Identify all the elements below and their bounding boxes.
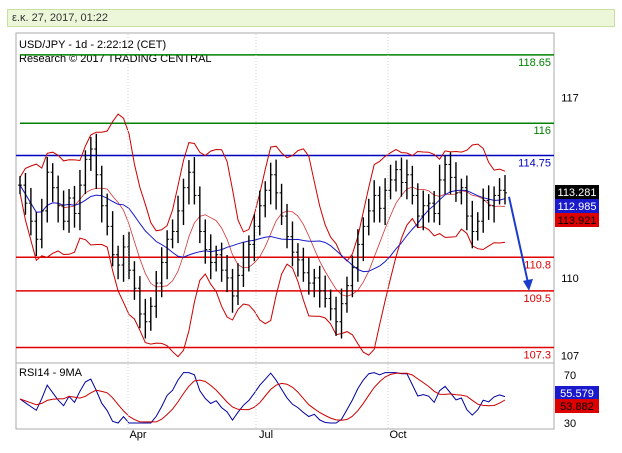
level-label: 114.75 xyxy=(518,157,551,169)
level-label: 118.65 xyxy=(518,57,551,69)
x-tick-label: Oct xyxy=(389,429,406,441)
level-label: 116 xyxy=(533,125,551,137)
x-tick-label: Jul xyxy=(259,429,273,441)
price-badge-label: 112.985 xyxy=(558,201,597,213)
level-label: 107.3 xyxy=(523,350,551,362)
rsi-y-tick: 70 xyxy=(564,370,576,382)
price-panel xyxy=(15,32,555,364)
price-badge-label: 113.921 xyxy=(558,215,597,227)
rsi-y-tick: 30 xyxy=(564,418,576,430)
chart: USD/JPY - 1d - 2:22:12 (CET) Research © … xyxy=(15,32,599,441)
level-label: 109.5 xyxy=(523,293,551,305)
rsi-badge-label: 55.579 xyxy=(560,388,594,400)
price-badge-label: 113.281 xyxy=(558,187,597,199)
chart-title: USD/JPY - 1d - 2:22:12 (CET) xyxy=(19,39,166,51)
y-tick-label: 107 xyxy=(561,350,579,362)
rsi-title: RSI14 - 9MA xyxy=(19,367,83,379)
level-label: 110.8 xyxy=(524,259,551,271)
rsi-badge-label: 53.882 xyxy=(560,401,594,413)
y-tick-label: 110 xyxy=(561,273,579,285)
rsi-panel xyxy=(15,362,555,430)
x-tick-label: Apr xyxy=(129,429,146,441)
y-tick-label: 117 xyxy=(561,92,579,104)
